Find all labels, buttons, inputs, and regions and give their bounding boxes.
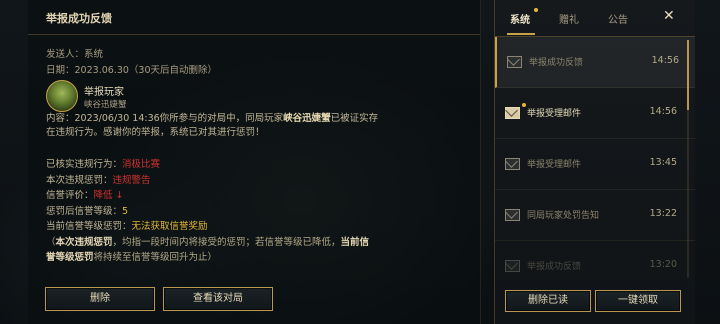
penalty-value: 违规警告 [112,174,151,186]
player-name: 峡谷迅婕蟹 [84,100,127,110]
note-bold-2b: 誉等级惩罚 [46,252,94,263]
credit-value: 降低 ↓ [93,190,124,201]
unread-dot [522,103,526,107]
penalty-note-line1: （本次违规惩罚，均指一段时间内将接受的惩罚；若信誉等级已降低，当前信 [46,235,476,251]
avatar [46,80,78,112]
mail-item-time: 14:56 [651,55,679,66]
mail-item-title: 举报成功反馈 [529,58,584,68]
envelope-icon [505,209,520,221]
mail-item-title: 举报受理邮件 [527,160,582,170]
note-bold-1: 本次违规惩罚 [55,236,113,248]
content-mid: 已被证实存 [330,113,379,124]
date-label: 日期： [46,65,75,76]
mail-detail-header: 举报成功反馈 [28,0,480,35]
violation-value: 消极比赛 [122,159,161,170]
envelope-icon [507,56,522,68]
penalty-note-line2: 誉等级惩罚将持续至信誉等级回升为止） [46,250,476,266]
date-row: 日期：2023.06.30（30天后自动删除） [46,62,217,76]
credit-row: 信誉评价：降低 ↓ [46,188,476,204]
penalty-details: 已核实违规行为：消极比赛 本次违规惩罚：违规警告 信誉评价：降低 ↓ 惩罚后信誉… [46,157,476,266]
player-title: 举报玩家 [84,87,124,98]
content-prefix: 内容：2023/06/30 14:36你所参与的对局中，同局玩家 [46,113,284,124]
mail-item-title: 同局玩家处罚告知 [527,211,600,221]
violation-row: 已核实违规行为：消极比赛 [46,157,476,173]
scrollbar-thumb[interactable] [687,40,689,110]
mail-item[interactable]: 举报成功反馈 14:56 [495,37,695,88]
note-text-2: 将持续至信誉等级回升为止） [93,252,218,263]
penalty-label: 本次违规惩罚： [46,174,113,186]
view-match-button[interactable]: 查看该对局 [163,287,273,311]
new-mail-badge [534,8,538,12]
mail-item-title: 举报受理邮件 [527,109,582,119]
note-text-1: ，均指一段时间内将接受的惩罚；若信誉等级已降低， [112,236,341,248]
mail-list: 举报成功反馈 14:56 举报受理邮件 14:56 举报受理邮件 13:45 同… [495,37,695,283]
envelope-icon [505,107,520,119]
mail-title: 举报成功反馈 [46,12,112,25]
penalty-row: 本次违规惩罚：违规警告 [46,173,476,189]
collect-all-button[interactable]: 一键领取 [595,290,681,312]
credit-level-row: 惩罚后信誉等级：5 [46,204,476,220]
mail-item-time: 14:56 [649,106,677,117]
mail-item[interactable]: 同局玩家处罚告知 13:22 [495,190,695,241]
credit-level-value: 5 [122,205,129,217]
note-bold-2a: 当前信 [340,236,370,248]
mail-item[interactable]: 举报受理邮件 14:56 [495,88,695,139]
mail-tabs: 系统 赠礼 公告 ✕ [495,0,695,37]
note-open: （ [46,236,56,248]
delete-button[interactable]: 删除 [45,287,155,311]
credit-level-label: 惩罚后信誉等级： [46,205,123,217]
current-level-label: 当前信誉等级惩罚： [46,221,132,232]
mail-item-time: 13:20 [649,259,677,270]
violation-label: 已核实违规行为： [46,159,123,170]
mail-item-title: 举报成功反馈 [527,262,582,272]
content-player: 峡谷迅婕蟹 [283,113,331,124]
sender-label: 发送人： [46,49,85,60]
content-line2: 在违规行为。感谢你的举报，系统已对其进行惩罚！ [46,127,265,138]
tab-announcement[interactable]: 公告 [608,11,628,26]
mail-item-time: 13:45 [649,157,677,168]
tab-gift[interactable]: 赠礼 [559,11,579,26]
active-tab-indicator [507,33,535,35]
mail-detail-panel: 举报成功反馈 发送人：系统 日期：2023.06.30（30天后自动删除） 举报… [28,0,481,324]
envelope-icon [505,260,520,272]
current-level-row: 当前信誉等级惩罚：无法获取信誉奖励 [46,219,476,235]
mail-item[interactable]: 举报受理邮件 13:45 [495,139,695,190]
current-level-value: 无法获取信誉奖励 [131,221,208,232]
mail-item[interactable]: 举报成功反馈 13:20 [495,241,695,283]
close-icon[interactable]: ✕ [663,8,675,24]
envelope-icon [505,158,520,170]
mail-content: 内容：2023/06/30 14:36你所参与的对局中，同局玩家峡谷迅婕蟹已被证… [46,112,466,140]
sender-value: 系统 [84,49,104,60]
delete-read-button[interactable]: 删除已读 [505,290,591,312]
mail-list-panel: 系统 赠礼 公告 ✕ 举报成功反馈 14:56 举报受理邮件 14:56 举报受… [494,0,695,324]
date-value: 2023.06.30（30天后自动删除） [74,65,217,76]
mail-item-time: 13:22 [649,208,677,219]
tab-system[interactable]: 系统 [510,11,530,26]
credit-label: 信誉评价： [46,190,94,201]
sender-row: 发送人：系统 [46,46,103,60]
